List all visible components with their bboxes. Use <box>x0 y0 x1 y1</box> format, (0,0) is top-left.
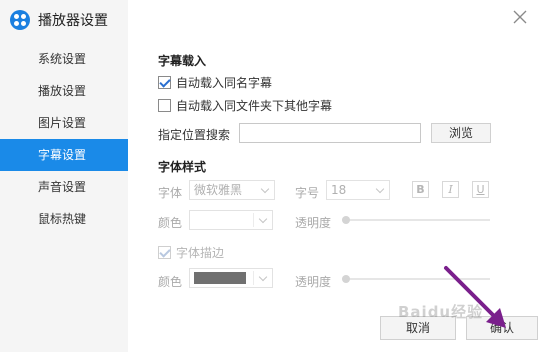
search-path-label: 指定位置搜索 <box>158 128 231 142</box>
font-family-select[interactable]: 微软雅黑 <box>189 180 275 200</box>
app-header: 播放器设置 <box>10 9 108 31</box>
font-outline-label: 字体描边 <box>176 245 225 260</box>
outline-color-label: 颜色 <box>158 275 183 289</box>
chevron-down-icon <box>260 184 270 194</box>
search-path-input[interactable] <box>239 123 421 143</box>
player-logo-icon <box>10 10 30 30</box>
slider-knob[interactable] <box>342 216 350 224</box>
auto-load-same-name-label: 自动载入同名字幕 <box>176 75 273 90</box>
font-outline-checkbox[interactable] <box>158 245 171 259</box>
font-opacity-label: 透明度 <box>295 216 332 230</box>
font-label: 字体 <box>158 186 183 200</box>
section-title-subtitle-load: 字幕载入 <box>158 54 207 68</box>
sidebar-item-playback[interactable]: 播放设置 <box>0 75 128 107</box>
font-color-select[interactable] <box>189 210 273 230</box>
section-title-font-style: 字体样式 <box>158 160 207 174</box>
auto-load-same-name-option[interactable]: 自动载入同名字幕 <box>158 74 272 90</box>
font-family-value: 微软雅黑 <box>194 183 243 197</box>
sidebar-item-system[interactable]: 系统设置 <box>0 43 128 75</box>
font-size-select[interactable]: 18 <box>326 180 390 200</box>
underline-button[interactable]: U <box>472 181 489 198</box>
auto-load-folder-checkbox[interactable] <box>158 98 171 112</box>
italic-button[interactable]: I <box>442 181 459 198</box>
sidebar-item-audio[interactable]: 声音设置 <box>0 171 128 203</box>
outline-color-select[interactable] <box>189 268 273 288</box>
auto-load-folder-option[interactable]: 自动载入同文件夹下其他字幕 <box>158 97 332 113</box>
bold-button[interactable]: B <box>412 181 429 198</box>
outline-opacity-slider[interactable] <box>342 275 490 283</box>
font-color-label: 颜色 <box>158 216 183 230</box>
chevron-down-icon <box>375 184 385 194</box>
sidebar-item-hotkeys[interactable]: 鼠标热键 <box>0 203 128 235</box>
slider-knob[interactable] <box>342 275 350 283</box>
chevron-down-icon <box>258 272 268 282</box>
font-outline-option[interactable]: 字体描边 <box>158 244 224 260</box>
font-size-label: 字号 <box>295 186 320 200</box>
subtitle-settings-panel: 字幕载入 自动载入同名字幕 自动载入同文件夹下其他字幕 指定位置搜索 浏览 字体… <box>128 0 542 352</box>
font-color-swatch <box>194 214 246 226</box>
sidebar-item-image[interactable]: 图片设置 <box>0 107 128 139</box>
outline-color-swatch <box>194 272 246 284</box>
outline-opacity-label: 透明度 <box>295 275 332 289</box>
settings-sidebar: 播放器设置 系统设置 播放设置 图片设置 字幕设置 声音设置 鼠标热键 <box>0 0 128 352</box>
app-title: 播放器设置 <box>38 13 108 29</box>
sidebar-item-subtitle[interactable]: 字幕设置 <box>0 139 128 171</box>
auto-load-folder-label: 自动载入同文件夹下其他字幕 <box>176 98 333 113</box>
settings-menu: 系统设置 播放设置 图片设置 字幕设置 声音设置 鼠标热键 <box>0 43 128 235</box>
chevron-down-icon <box>258 214 268 224</box>
font-size-value: 18 <box>331 183 347 197</box>
font-opacity-slider[interactable] <box>342 216 490 224</box>
auto-load-same-name-checkbox[interactable] <box>158 75 171 89</box>
watermark: Baidu经验 <box>398 303 484 321</box>
browse-button[interactable]: 浏览 <box>431 123 491 143</box>
